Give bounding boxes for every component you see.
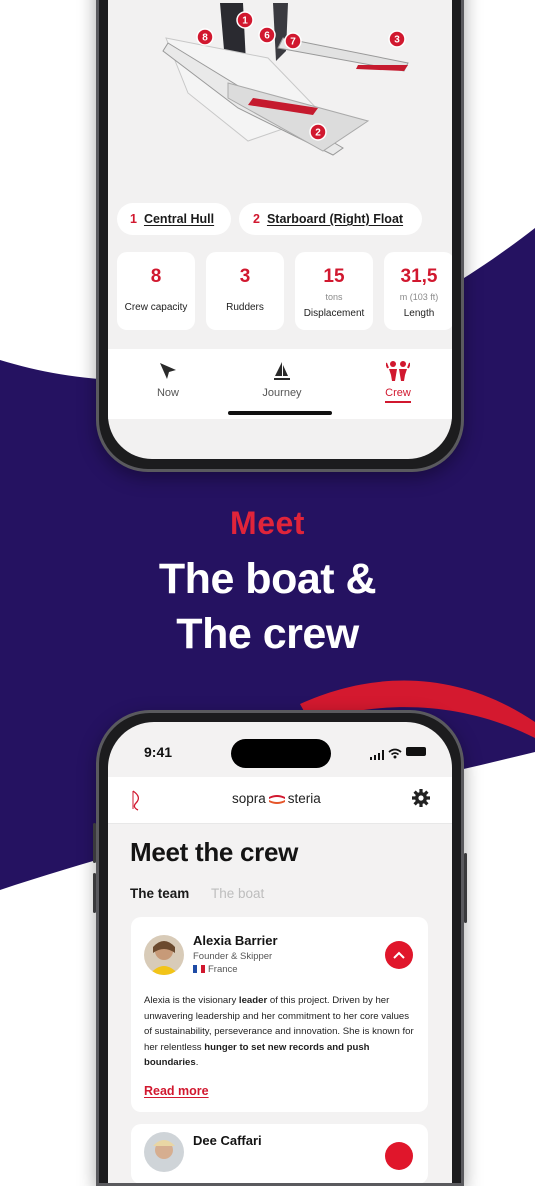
expand-card-button[interactable]	[385, 941, 413, 969]
stat-unit: tons	[325, 292, 343, 302]
tab-journey[interactable]: Journey	[242, 359, 322, 399]
crew-people-icon	[358, 359, 438, 383]
stat-value: 3	[239, 266, 251, 287]
settings-gear-icon[interactable]	[411, 788, 431, 813]
boat-logo-icon	[130, 789, 144, 816]
bottom-phone-frame: 9:41 sopra steria Meet the crew The team …	[93, 710, 467, 1186]
member-role: Founder & Skipper	[193, 951, 273, 962]
brand-word-right: steria	[287, 791, 321, 806]
france-flag-icon	[193, 965, 205, 973]
crew-card-alexia-barrier: Alexia Barrier Founder & Skipper France …	[131, 917, 428, 1112]
app-header: sopra steria	[108, 777, 452, 824]
top-phone-screen: 1235678 1Central Hull 2Starboard (Right)…	[108, 0, 452, 459]
wifi-icon	[388, 746, 402, 764]
tab-the-boat[interactable]: The boat	[211, 886, 264, 901]
diagram-marker-3[interactable]: 3	[388, 30, 406, 48]
stat-value: 15	[323, 266, 345, 287]
float-stripe-shape	[356, 65, 408, 71]
bio-bold-text: leader	[238, 995, 268, 1006]
headline-line-1: The boat &	[158, 555, 377, 603]
stat-unit: m (103 ft)	[399, 292, 439, 302]
bottom-tab-bar: Now Journey Crew	[108, 349, 452, 419]
sailboat-icon	[242, 359, 322, 383]
diagram-marker-label: 2	[315, 128, 321, 139]
tab-label: Crew	[385, 387, 411, 403]
member-name: Dee Caffari	[193, 1133, 262, 1148]
brand-logo: sopra steria	[232, 791, 321, 806]
stat-label: Length	[403, 308, 435, 319]
top-phone-frame: 1235678 1Central Hull 2Starboard (Right)…	[96, 0, 464, 472]
diagram-marker-label: 7	[290, 37, 296, 48]
navigation-arrow-icon	[128, 359, 208, 383]
crew-card-dee-caffari: Dee Caffari	[131, 1124, 428, 1183]
chip-number: 1	[130, 212, 137, 226]
status-time: 9:41	[144, 744, 173, 760]
foresail-shape	[273, 3, 288, 61]
part-chip-central-hull[interactable]: 1 Central Hull	[117, 203, 231, 235]
diagram-marker-7[interactable]: 7	[284, 32, 302, 50]
stat-card-rudders: 3 Rudders	[206, 252, 284, 330]
bottom-phone-screen: 9:41 sopra steria Meet the crew The team …	[108, 722, 452, 1183]
chip-label: Central Hull	[143, 212, 215, 226]
diagram-marker-label: 1	[242, 16, 248, 27]
tab-crew[interactable]: Crew	[358, 359, 438, 403]
volume-down-button	[93, 873, 96, 913]
read-more-link[interactable]: Read more	[144, 1084, 209, 1098]
tab-now[interactable]: Now	[128, 359, 208, 399]
brand-mark-icon	[268, 792, 286, 804]
headline-line-2: The crew	[176, 610, 359, 658]
tab-label: Journey	[262, 387, 302, 399]
stat-card-crew-capacity: 8 Crew capacity	[117, 252, 195, 330]
trimaran-illustration	[162, 3, 409, 156]
home-indicator	[228, 411, 332, 415]
meet-heading: Meet	[230, 505, 305, 541]
dynamic-island	[231, 739, 331, 768]
signal-icon	[370, 747, 384, 765]
diagram-marker-8[interactable]: 8	[196, 28, 214, 46]
diagram-marker-label: 3	[394, 35, 400, 46]
stat-value: 31,5	[400, 266, 438, 287]
part-chip-starboard-float[interactable]: 2 Starboard (Right) Float	[239, 203, 422, 235]
brand-word-left: sopra	[232, 791, 266, 806]
avatar	[144, 935, 184, 975]
bio-text: Alexia is the visionary	[144, 995, 239, 1006]
tab-the-team[interactable]: The team	[130, 886, 189, 901]
diagram-marker-2[interactable]: 2	[309, 123, 327, 141]
chevron-up-icon	[393, 951, 405, 959]
member-name: Alexia Barrier	[193, 933, 278, 948]
avatar	[144, 1132, 184, 1172]
bio-text: .	[195, 1057, 199, 1068]
boat-diagram: 1235678	[162, 3, 409, 156]
page-title: Meet the crew	[130, 837, 299, 867]
diagram-marker-label: 8	[202, 33, 208, 44]
stat-label: Displacement	[303, 308, 365, 319]
power-button	[464, 853, 467, 923]
stat-label: Crew capacity	[124, 302, 188, 313]
diagram-marker-1[interactable]: 1	[236, 11, 254, 29]
stat-card-length: 31,5 m (103 ft) Length	[384, 252, 452, 330]
member-country: France	[193, 964, 238, 975]
diagram-marker-label: 6	[264, 31, 270, 42]
member-bio: Alexia is the visionary leader of this p…	[144, 993, 416, 1071]
tab-label: Now	[156, 387, 179, 399]
stat-card-displacement: 15 tons Displacement	[295, 252, 373, 330]
chip-number: 2	[253, 212, 260, 226]
battery-icon	[406, 747, 426, 756]
stat-label: Rudders	[226, 302, 264, 313]
member-country-label: France	[208, 964, 238, 975]
stat-value: 8	[150, 266, 162, 287]
volume-up-button	[93, 823, 96, 863]
expand-card-button[interactable]	[385, 1142, 413, 1170]
chip-label: Starboard (Right) Float	[266, 212, 404, 226]
diagram-marker-6[interactable]: 6	[258, 26, 276, 44]
